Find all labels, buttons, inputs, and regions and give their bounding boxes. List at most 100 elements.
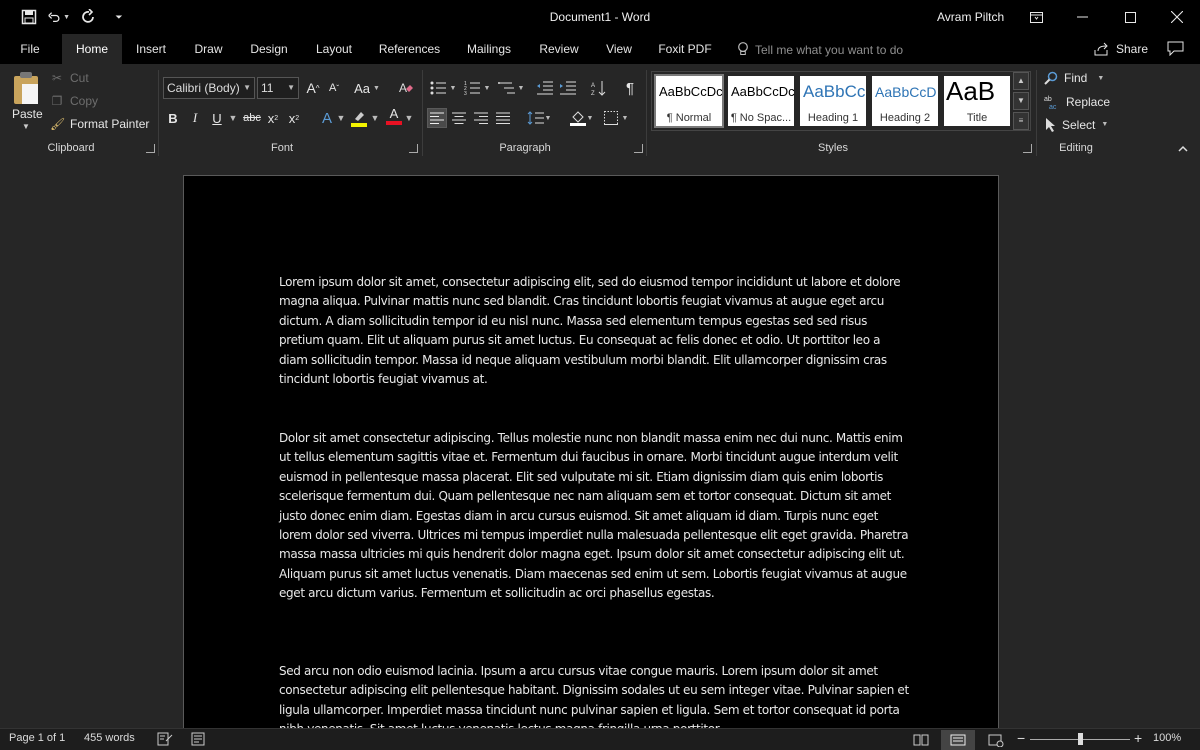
font-size-value: 11 [261,81,274,95]
show-formatting-marks-icon[interactable]: ¶ [620,78,640,98]
styles-scroll-down-icon[interactable]: ▼ [1013,92,1029,110]
paragraph-dialog-launcher-icon[interactable] [634,144,643,153]
tab-file[interactable]: File [10,34,50,64]
ribbon-display-options-icon[interactable] [1013,0,1059,34]
tab-home[interactable]: Home [62,34,122,64]
accessibility-icon[interactable] [191,732,205,749]
underline-button[interactable]: U [209,108,225,128]
minimize-icon[interactable] [1059,0,1105,34]
word-count[interactable]: 455 words [84,732,135,744]
tab-design[interactable]: Design [242,34,296,64]
zoom-slider-thumb[interactable] [1078,733,1083,745]
borders-button[interactable]: ▼ [601,108,631,128]
text-effects-button[interactable]: A [318,108,336,128]
styles-dialog-launcher-icon[interactable] [1023,144,1032,153]
style-title[interactable]: AaB Title [944,76,1010,126]
paste-icon[interactable] [12,72,40,106]
highlight-dropdown-icon[interactable]: ▼ [370,108,380,128]
subscript-button[interactable]: x2 [265,108,281,128]
tell-me-search[interactable]: Tell me what you want to do [737,42,903,57]
underline-dropdown-icon[interactable]: ▼ [228,108,238,128]
page-count[interactable]: Page 1 of 1 [9,732,65,744]
paste-button[interactable]: Paste [12,107,43,121]
tab-mailings[interactable]: Mailings [459,34,519,64]
print-layout-icon[interactable] [941,730,975,750]
font-color-button[interactable]: A [385,106,403,126]
style-heading-1[interactable]: AaBbCc Heading 1 [800,76,866,126]
style-heading-2[interactable]: AaBbCcD Heading 2 [872,76,938,126]
font-color-dropdown-icon[interactable]: ▼ [404,108,414,128]
styles-more-icon[interactable]: ≡ [1013,112,1029,130]
align-right-icon[interactable] [471,108,491,128]
highlight-color-button[interactable] [350,108,368,128]
numbering-button[interactable]: 123 ▼ [462,78,492,98]
styles-scroll-up-icon[interactable]: ▲ [1013,72,1029,90]
clear-formatting-icon[interactable]: A [396,78,416,98]
tab-insert[interactable]: Insert [126,34,176,64]
tab-layout[interactable]: Layout [309,34,359,64]
text-effects-dropdown-icon[interactable]: ▼ [336,108,346,128]
font-size-select[interactable]: 11 ▼ [257,77,299,99]
sort-icon[interactable]: AZ [589,78,609,98]
proofing-icon[interactable] [157,732,173,749]
justify-icon[interactable] [493,108,513,128]
bullets-button[interactable]: ▼ [428,78,458,98]
grow-font-button[interactable]: A ^ [304,78,322,98]
style-no-spacing[interactable]: AaBbCcDc ¶ No Spac... [728,76,794,126]
strikethrough-button[interactable]: abc [242,108,262,128]
cut-button[interactable]: ✂ Cut [50,71,89,85]
font-dialog-launcher-icon[interactable] [409,144,418,153]
tab-foxit-pdf[interactable]: Foxit PDF [652,34,718,64]
document-page[interactable]: Lorem ipsum dolor sit amet, consectetur … [183,175,999,728]
shading-button[interactable]: ▼ [566,108,596,128]
paste-dropdown-icon[interactable]: ▼ [22,122,30,131]
document-paragraph-3[interactable]: Sed arcu non odio euismod lacinia. Ipsum… [279,662,909,728]
font-family-select[interactable]: Calibri (Body) ▼ [163,77,255,99]
align-left-icon[interactable] [427,108,447,128]
tab-review[interactable]: Review [533,34,585,64]
zoom-in-icon[interactable]: + [1134,730,1142,746]
undo-dropdown-icon[interactable]: ▼ [63,14,70,21]
replace-button[interactable]: ab ac Replace [1044,94,1110,110]
style-normal[interactable]: AaBbCcDc ¶ Normal [654,74,724,128]
ribbon-home: Paste ▼ ✂ Cut ❐ Copy 🖌 Format Painter Cl… [0,64,1200,158]
document-paragraph-2[interactable]: Dolor sit amet consectetur adipiscing. T… [279,429,909,604]
copy-button[interactable]: ❐ Copy [50,94,98,108]
style-preview: AaBbCcDc [659,84,722,99]
increase-indent-icon[interactable] [558,78,578,98]
bold-button[interactable]: B [165,108,181,128]
read-mode-icon[interactable] [904,730,938,750]
find-button[interactable]: Find ▼ [1044,71,1104,85]
comments-icon[interactable] [1167,41,1184,59]
undo-icon[interactable]: ▼ [48,7,70,27]
superscript-button[interactable]: x2 [286,108,302,128]
tab-view[interactable]: View [599,34,639,64]
style-name: Heading 2 [879,112,931,124]
maximize-icon[interactable] [1107,0,1153,34]
zoom-out-icon[interactable]: − [1017,730,1025,746]
redo-icon[interactable] [78,7,100,27]
clipboard-dialog-launcher-icon[interactable] [146,144,155,153]
select-button[interactable]: Select ▼ [1044,117,1108,132]
tab-references[interactable]: References [372,34,447,64]
collapse-ribbon-icon[interactable] [1178,144,1188,155]
zoom-level[interactable]: 100% [1153,732,1181,744]
shrink-font-button[interactable]: Aˇ [325,78,343,98]
multilevel-list-button[interactable]: ▼ [496,78,526,98]
line-spacing-button[interactable]: ▼ [525,108,553,128]
share-button[interactable]: Share [1094,42,1148,56]
italic-button[interactable]: I [187,108,203,128]
lightbulb-icon [738,42,748,55]
align-center-icon[interactable] [449,108,469,128]
save-icon[interactable] [18,7,40,27]
web-layout-icon[interactable] [979,730,1013,750]
document-paragraph-1[interactable]: Lorem ipsum dolor sit amet, consectetur … [279,273,909,389]
tab-draw[interactable]: Draw [186,34,231,64]
decrease-indent-icon[interactable] [535,78,555,98]
close-icon[interactable] [1154,0,1200,34]
customize-qat-icon[interactable]: ⏷ [108,7,130,27]
cursor-arrow-icon [1046,118,1055,132]
change-case-button[interactable]: Aa ▼ [352,78,382,98]
user-account-name[interactable]: Avram Piltch [937,10,1004,24]
format-painter-button[interactable]: 🖌 Format Painter [50,117,149,131]
